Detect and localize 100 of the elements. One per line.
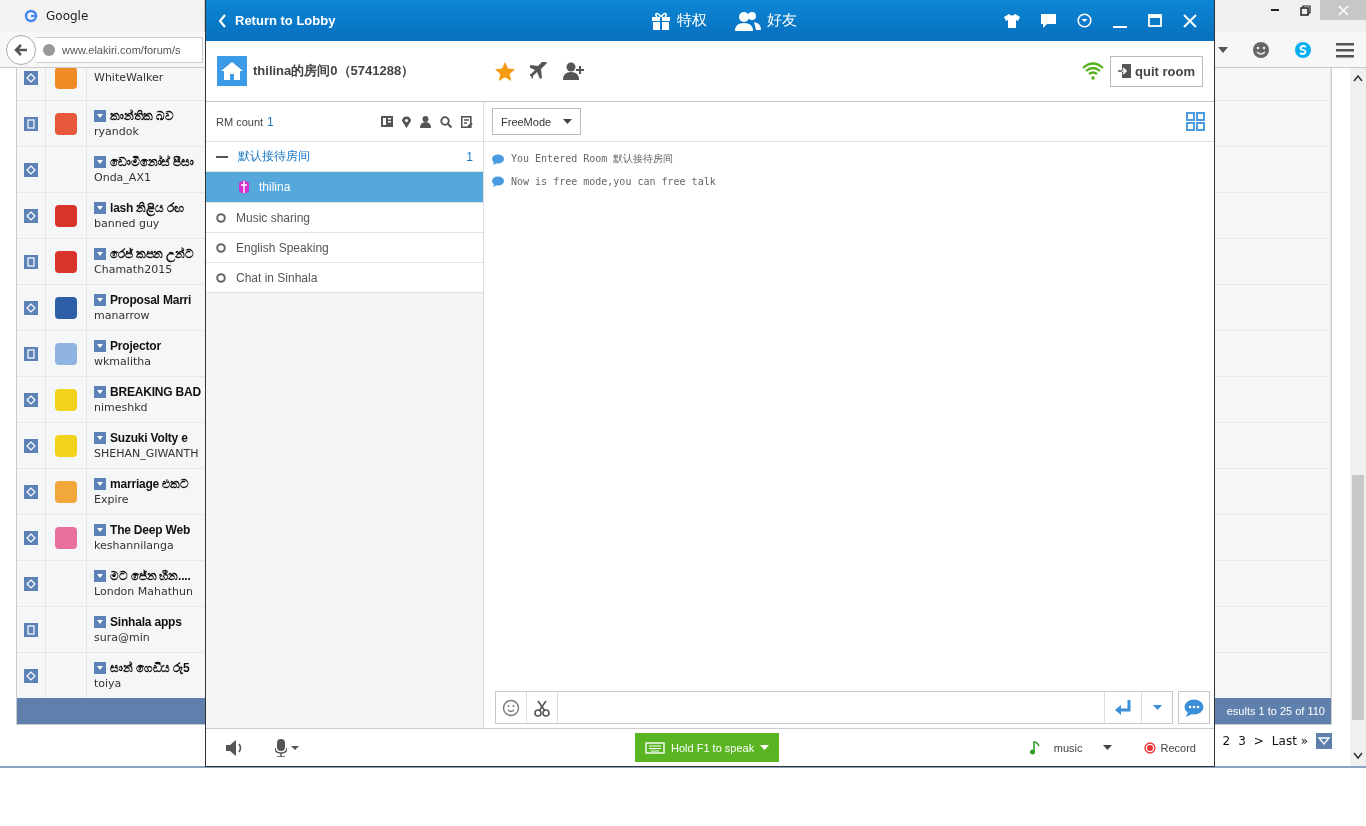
grid-icon[interactable] — [1186, 111, 1206, 132]
thread-author[interactable]: London Mahathun — [94, 585, 193, 598]
dropdown-icon[interactable] — [94, 202, 106, 214]
dropdown-icon[interactable] — [94, 294, 106, 306]
skype-icon[interactable] — [1294, 40, 1312, 59]
dropdown-icon[interactable] — [94, 616, 106, 628]
dropdown-icon[interactable] — [94, 432, 106, 444]
thread-status-icon — [24, 116, 38, 131]
thread-title[interactable]: Proposal Marri — [110, 293, 192, 307]
thread-title[interactable]: රෙජ් කපන උන්ට — [110, 247, 194, 261]
member-icon — [237, 179, 251, 195]
back-button[interactable] — [6, 34, 36, 65]
message-field[interactable] — [495, 691, 1173, 724]
thread-author[interactable]: wkmalitha — [94, 355, 151, 368]
user-icon[interactable] — [420, 115, 431, 128]
thread-author[interactable]: toiya — [94, 677, 122, 690]
thread-author[interactable]: Expire — [94, 493, 129, 506]
chat-bubble-icon[interactable] — [1041, 13, 1056, 28]
expand-icon[interactable] — [216, 272, 226, 283]
send-button[interactable] — [1104, 692, 1142, 723]
maximize-icon[interactable] — [1148, 14, 1162, 27]
thread-author[interactable]: Onda_AX1 — [94, 171, 151, 184]
dropdown-icon[interactable] — [94, 340, 106, 352]
room-item[interactable]: English Speaking — [206, 233, 483, 263]
thread-title[interactable]: BREAKING BAD — [110, 385, 201, 399]
star-icon[interactable] — [495, 61, 515, 81]
caret-icon — [1152, 705, 1162, 710]
thread-title[interactable]: මට ජේන හීන.... — [110, 569, 191, 583]
dropdown-icon[interactable] — [94, 570, 106, 582]
circle-down-icon[interactable] — [1077, 13, 1092, 28]
thread-title[interactable]: marriage එකට — [110, 477, 189, 491]
dropdown-icon[interactable] — [94, 524, 106, 536]
thread-title[interactable]: සාන් ගෙඩිය රු5 — [110, 661, 190, 675]
thread-title[interactable]: lash නිළිය රඟ — [110, 201, 184, 215]
enter-icon — [1114, 699, 1132, 716]
thread-author[interactable]: Chamath2015 — [94, 263, 173, 276]
airplane-icon[interactable] — [530, 62, 548, 80]
page-link[interactable]: > — [1253, 734, 1264, 748]
microphone-icon — [275, 738, 287, 757]
thread-status-icon — [24, 438, 38, 453]
add-user-icon[interactable] — [563, 62, 585, 80]
page-link[interactable]: 2 — [1222, 734, 1231, 748]
thread-author[interactable]: ryandok — [94, 125, 139, 138]
mode-dropdown[interactable]: FreeMode — [492, 108, 582, 135]
music-dropdown[interactable]: music — [1047, 740, 1118, 755]
scroll-thumb[interactable] — [1352, 474, 1364, 720]
back-to-lobby-button[interactable]: Return to Lobby — [206, 12, 342, 29]
thread-author[interactable]: manarrow — [94, 309, 150, 322]
chat-button[interactable] — [1178, 691, 1210, 724]
thread-author[interactable]: SHEHAN_GIWANTH — [94, 447, 199, 460]
card-icon[interactable] — [381, 116, 393, 127]
thread-title[interactable]: කාන්තික බව — [110, 109, 174, 123]
room-item[interactable]: Chat in Sinhala — [206, 263, 483, 293]
thread-author[interactable]: sura@min — [94, 631, 150, 644]
thread-status-icon — [24, 622, 38, 637]
nav-button[interactable]: 特权 — [651, 10, 708, 31]
thread-title[interactable]: Sinhala apps — [110, 615, 182, 629]
collapse-icon[interactable] — [216, 155, 228, 158]
page-link[interactable]: 3 — [1238, 734, 1246, 748]
dropdown-icon[interactable] — [94, 662, 106, 674]
scroll-up-icon[interactable] — [1353, 74, 1363, 82]
thread-author[interactable]: keshannilanga — [94, 539, 174, 552]
menu-icon[interactable] — [1336, 41, 1354, 58]
dropdown-icon[interactable] — [94, 156, 106, 168]
dropdown-icon[interactable] — [94, 110, 106, 122]
location-pin-icon[interactable] — [402, 115, 411, 128]
shirt-icon[interactable] — [1004, 13, 1020, 28]
room-item[interactable]: Music sharing — [206, 203, 483, 233]
smiley-icon — [502, 698, 520, 717]
thread-title[interactable]: ඩොමිනෝස් පීසා — [110, 155, 194, 169]
smiley-icon[interactable] — [1252, 40, 1270, 59]
dropdown-icon[interactable] — [94, 386, 106, 398]
thread-author[interactable]: nimeshkd — [94, 401, 148, 414]
dropdown-icon[interactable] — [94, 478, 106, 490]
thread-author[interactable]: WhiteWalker — [94, 71, 164, 84]
address-field[interactable]: www.elakiri.com/forum/s — [36, 36, 203, 63]
google-icon — [24, 9, 38, 23]
signal-icon — [1082, 62, 1105, 80]
dropdown-icon[interactable] — [94, 248, 106, 260]
expand-icon[interactable] — [216, 212, 226, 223]
quit-room-button[interactable]: quit room — [1110, 55, 1203, 87]
room-item[interactable]: 默认接待房间 1 — [206, 142, 483, 172]
search-icon[interactable] — [440, 115, 452, 128]
thread-status-icon — [24, 576, 38, 591]
edit-icon[interactable] — [461, 115, 473, 128]
scroll-down-icon[interactable] — [1353, 752, 1363, 760]
nav-button[interactable]: 好友 — [735, 10, 798, 31]
thread-author[interactable]: banned guy — [94, 217, 160, 230]
page-menu-button[interactable] — [1316, 733, 1332, 749]
record-button[interactable]: Record — [1137, 740, 1202, 755]
expand-icon[interactable] — [216, 242, 226, 253]
thread-title[interactable]: The Deep Web — [110, 523, 191, 537]
close-icon[interactable] — [1183, 13, 1197, 28]
scrollbar[interactable] — [1350, 68, 1366, 766]
thread-title[interactable]: Suzuki Volty e — [110, 431, 188, 445]
thread-title[interactable]: Projector — [110, 339, 161, 353]
page-link[interactable]: Last » — [1271, 734, 1308, 748]
speaker-icon[interactable] — [226, 739, 244, 756]
microphone-button[interactable] — [275, 738, 299, 757]
dropdown-icon[interactable] — [1218, 46, 1228, 53]
